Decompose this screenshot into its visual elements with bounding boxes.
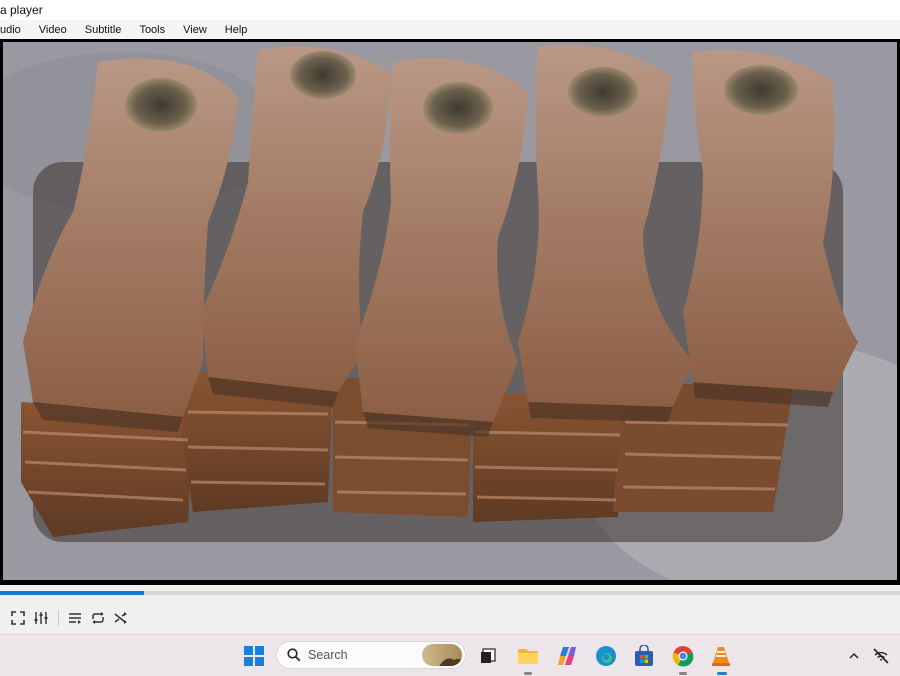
taskbar-search[interactable]: Search: [276, 641, 466, 669]
task-view-icon: [481, 648, 496, 663]
fullscreen-button[interactable]: [7, 608, 29, 628]
search-icon: [287, 648, 301, 662]
edge-button[interactable]: [594, 644, 618, 668]
controls-separator: [58, 610, 59, 626]
chrome-icon: [672, 646, 694, 667]
network-status-button[interactable]: [869, 644, 893, 668]
copilot-icon: [558, 647, 576, 665]
video-frame-image: [3, 42, 897, 580]
copilot-button[interactable]: [555, 644, 579, 668]
network-off-icon: [873, 648, 889, 664]
video-frame[interactable]: [0, 39, 900, 585]
vlc-button[interactable]: [709, 644, 733, 668]
extended-settings-icon: [34, 612, 48, 624]
playback-controls: [0, 602, 900, 634]
task-view-button[interactable]: [476, 644, 500, 668]
menu-tools[interactable]: Tools: [130, 20, 174, 40]
menu-audio[interactable]: udio: [0, 20, 30, 40]
shuffle-button[interactable]: [110, 608, 132, 628]
fullscreen-icon: [11, 611, 25, 625]
menu-subtitle[interactable]: Subtitle: [76, 20, 131, 40]
window-title: a player: [0, 3, 43, 17]
seek-progress: [0, 591, 144, 595]
title-bar: a player: [0, 0, 900, 20]
file-explorer-icon: [518, 649, 538, 664]
microsoft-store-icon: [635, 645, 653, 666]
seek-bar[interactable]: [0, 585, 900, 602]
start-button[interactable]: [242, 644, 266, 668]
video-area[interactable]: [3, 42, 897, 580]
chrome-button[interactable]: [671, 644, 695, 668]
loop-icon: [92, 612, 104, 624]
vlc-icon: [712, 647, 730, 666]
show-hidden-icons-button[interactable]: [842, 644, 866, 668]
playlist-icon: [69, 613, 81, 624]
menu-bar: udio Video Subtitle Tools View Help: [0, 20, 900, 41]
microsoft-store-button[interactable]: [632, 644, 656, 668]
shuffle-icon: [114, 612, 127, 624]
seek-track[interactable]: [0, 591, 900, 595]
taskbar: Search: [0, 634, 900, 676]
menu-view[interactable]: View: [174, 20, 216, 40]
menu-help[interactable]: Help: [216, 20, 257, 40]
playlist-button[interactable]: [64, 608, 86, 628]
windows-start-icon: [244, 646, 264, 666]
search-label: Search: [308, 648, 348, 662]
chevron-up-icon: [849, 652, 859, 659]
extended-settings-button[interactable]: [30, 608, 52, 628]
search-highlight-image: [422, 644, 462, 666]
loop-button[interactable]: [87, 608, 109, 628]
edge-icon: [596, 646, 616, 666]
file-explorer-button[interactable]: [516, 644, 540, 668]
menu-video[interactable]: Video: [30, 20, 76, 40]
